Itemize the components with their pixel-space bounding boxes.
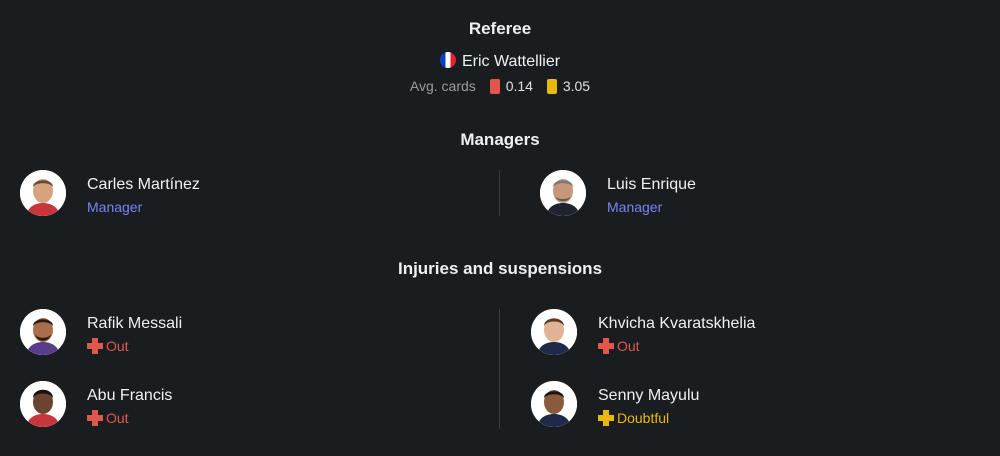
referee-avg-cards: Avg. cards 0.14 3.05 (0, 78, 1000, 94)
injury-away-1[interactable]: Khvicha Kvaratskhelia Out (531, 309, 831, 359)
avatar (540, 170, 586, 216)
manager-home[interactable]: Carles Martínez Manager (20, 170, 320, 220)
injuries-divider (499, 309, 500, 429)
managers-title: Managers (460, 130, 540, 149)
player-name: Khvicha Kvaratskhelia (598, 315, 756, 332)
managers-divider (499, 170, 500, 216)
avatar (531, 381, 577, 427)
avatar (20, 381, 66, 427)
injuries-title: Injuries and suspensions (397, 259, 603, 278)
avatar (20, 309, 66, 355)
manager-role: Manager (607, 199, 663, 215)
france-flag-icon (439, 52, 456, 68)
injury-away-2[interactable]: Senny Mayulu Doubtful (531, 381, 831, 431)
player-name: Abu Francis (87, 387, 173, 404)
avatar (531, 309, 577, 355)
avg-cards-label: Avg. cards (409, 78, 476, 94)
referee-name[interactable]: Eric Wattellier (462, 53, 560, 70)
injury-plus-icon (598, 338, 614, 354)
referee-row: Eric Wattellier (0, 52, 1000, 71)
manager-away[interactable]: Luis Enrique Manager (540, 170, 840, 220)
status-label: Out (617, 338, 640, 354)
injury-home-1[interactable]: Rafik Messali Out (20, 309, 320, 359)
injury-plus-icon (87, 338, 103, 354)
injury-plus-icon (598, 410, 614, 426)
injury-status: Doubtful (598, 410, 669, 426)
red-card-avg: 0.14 (505, 78, 533, 94)
manager-role: Manager (87, 199, 143, 215)
yellow-card-icon (546, 79, 557, 94)
manager-name: Carles Martínez (87, 176, 200, 193)
injury-plus-icon (87, 410, 103, 426)
injury-status: Out (598, 338, 640, 354)
red-card-icon (489, 79, 500, 94)
referee-title: Referee (468, 19, 532, 38)
status-label: Out (106, 410, 129, 426)
manager-name: Luis Enrique (607, 176, 696, 193)
player-name: Rafik Messali (87, 315, 183, 332)
yellow-card-avg: 3.05 (562, 78, 591, 94)
injury-status: Out (87, 410, 129, 426)
status-label: Doubtful (617, 410, 670, 426)
player-name: Senny Mayulu (598, 387, 700, 404)
injury-status: Out (87, 338, 129, 354)
status-label: Out (106, 338, 129, 354)
avatar (20, 170, 66, 216)
injury-home-2[interactable]: Abu Francis Out (20, 381, 320, 431)
